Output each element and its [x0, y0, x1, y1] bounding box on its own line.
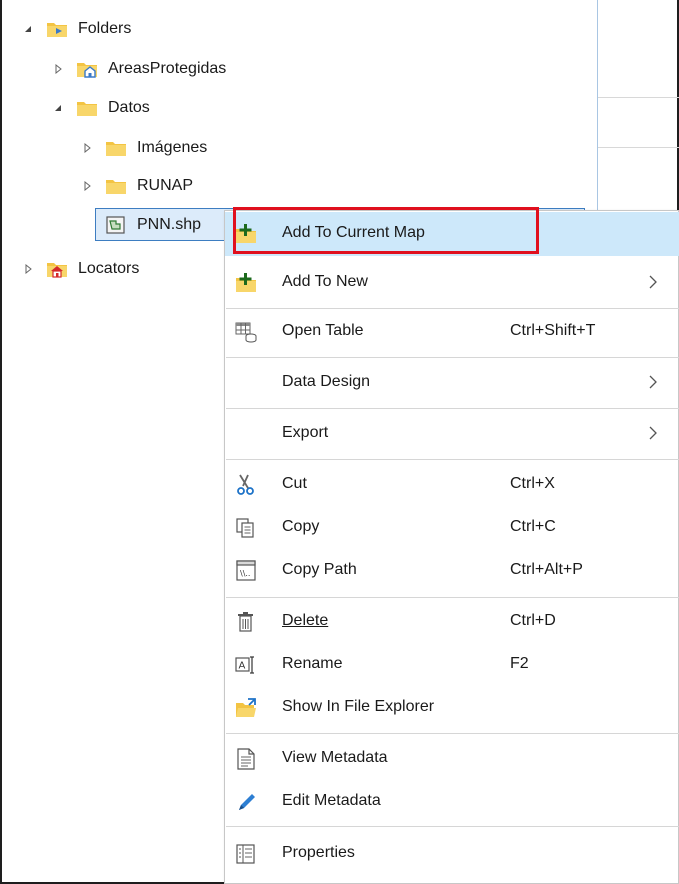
tree-label: Locators: [78, 260, 140, 277]
caret-expanded-icon[interactable]: [52, 102, 64, 114]
caret-collapsed-icon[interactable]: [22, 263, 34, 275]
menu-item-data-design[interactable]: Data Design: [225, 361, 679, 405]
metadata-icon: [235, 748, 257, 770]
tree-label: Imágenes: [137, 139, 208, 156]
folder-icon: [105, 138, 127, 158]
tree-item-datos[interactable]: Datos: [52, 94, 150, 122]
folder-icon: [105, 176, 127, 196]
menu-item-label: Copy Path: [282, 561, 357, 578]
menu-item-add-to-new[interactable]: Add To New: [225, 261, 679, 305]
caret-collapsed-icon[interactable]: [81, 180, 93, 192]
tree-item-locators[interactable]: Locators: [22, 255, 139, 283]
menu-item-shortcut: Ctrl+C: [510, 518, 556, 535]
menu-item-label: Properties: [282, 844, 355, 861]
caret-collapsed-icon[interactable]: [52, 63, 64, 75]
tree-item-runap[interactable]: RUNAP: [81, 172, 193, 200]
copy-icon: [235, 517, 257, 539]
right-pane-line: [598, 97, 679, 98]
menu-separator: [226, 357, 679, 358]
menu-separator: [226, 459, 679, 460]
folder-icon: [76, 98, 98, 118]
locators-icon: [46, 259, 68, 279]
menu-item-delete[interactable]: Delete Ctrl+D: [225, 601, 679, 643]
submenu-arrow-icon: [648, 426, 658, 445]
menu-item-label: Show In File Explorer: [282, 698, 435, 715]
svg-text:\\..: \\..: [240, 569, 250, 578]
submenu-arrow-icon: [648, 275, 658, 294]
menu-item-copy-path[interactable]: \\.. Copy Path Ctrl+Alt+P: [225, 550, 679, 592]
tree-label: Datos: [108, 99, 150, 116]
menu-item-label: Delete: [282, 612, 329, 629]
menu-separator: [226, 308, 679, 309]
menu-item-label: Data Design: [282, 373, 371, 390]
table-icon: [235, 321, 257, 343]
folder-home-icon: [76, 59, 98, 79]
menu-separator: [226, 597, 679, 598]
menu-item-properties[interactable]: Properties: [225, 832, 679, 876]
folders-icon: [46, 19, 68, 39]
add-data-icon: [235, 272, 257, 294]
caret-expanded-icon[interactable]: [22, 23, 34, 35]
menu-item-edit-metadata[interactable]: Edit Metadata: [225, 781, 679, 823]
trash-icon: [235, 611, 257, 633]
submenu-arrow-icon: [648, 375, 658, 394]
tree-label: Folders: [78, 20, 132, 37]
menu-item-label: Open Table: [282, 322, 364, 339]
menu-item-label: Cut: [282, 475, 307, 492]
menu-separator: [226, 733, 679, 734]
scissors-icon: [235, 474, 257, 496]
tree-label: PNN.shp: [137, 216, 202, 233]
folder-open-icon: [235, 697, 257, 719]
menu-item-label: View Metadata: [282, 749, 388, 766]
menu-separator: [226, 408, 679, 409]
context-menu: Add To Current Map Add To New Open Table…: [224, 210, 679, 884]
tree-item-pnn[interactable]: PNN.shp: [105, 211, 201, 239]
menu-item-open-table[interactable]: Open Table Ctrl+Shift+T: [225, 310, 679, 354]
menu-item-label: Rename: [282, 655, 343, 672]
menu-item-shortcut: F2: [510, 655, 529, 672]
tree-item-areasprotegidas[interactable]: AreasProtegidas: [52, 55, 226, 83]
shapefile-icon: [105, 215, 127, 235]
menu-item-cut[interactable]: Cut Ctrl+X: [225, 464, 679, 506]
menu-item-export[interactable]: Export: [225, 412, 679, 456]
tree-item-imagenes[interactable]: Imágenes: [81, 134, 207, 162]
menu-item-label: Add To New: [282, 273, 368, 290]
pencil-icon: [235, 791, 257, 813]
menu-item-label: Export: [282, 424, 329, 441]
right-pane-line: [598, 147, 679, 148]
properties-icon: [235, 843, 257, 865]
menu-item-shortcut: Ctrl+Alt+P: [510, 561, 583, 578]
rename-icon: A: [235, 654, 257, 676]
menu-item-show-in-file-explorer[interactable]: Show In File Explorer: [225, 687, 679, 729]
menu-separator: [226, 826, 679, 827]
caret-collapsed-icon[interactable]: [81, 142, 93, 154]
menu-item-copy[interactable]: Copy Ctrl+C: [225, 507, 679, 549]
tree-label: RUNAP: [137, 177, 194, 194]
tree-label: AreasProtegidas: [108, 60, 227, 77]
annotation-highlight-box: [233, 207, 539, 254]
svg-text:A: A: [239, 661, 246, 672]
menu-item-view-metadata[interactable]: View Metadata: [225, 738, 679, 780]
menu-item-label: Copy: [282, 518, 320, 535]
menu-item-shortcut: Ctrl+Shift+T: [510, 322, 596, 339]
copy-path-icon: \\..: [235, 560, 257, 582]
tree-item-folders[interactable]: Folders: [22, 15, 131, 43]
menu-item-shortcut: Ctrl+D: [510, 612, 556, 629]
menu-item-rename[interactable]: A Rename F2: [225, 644, 679, 686]
menu-item-shortcut: Ctrl+X: [510, 475, 555, 492]
menu-item-label: Edit Metadata: [282, 792, 381, 809]
